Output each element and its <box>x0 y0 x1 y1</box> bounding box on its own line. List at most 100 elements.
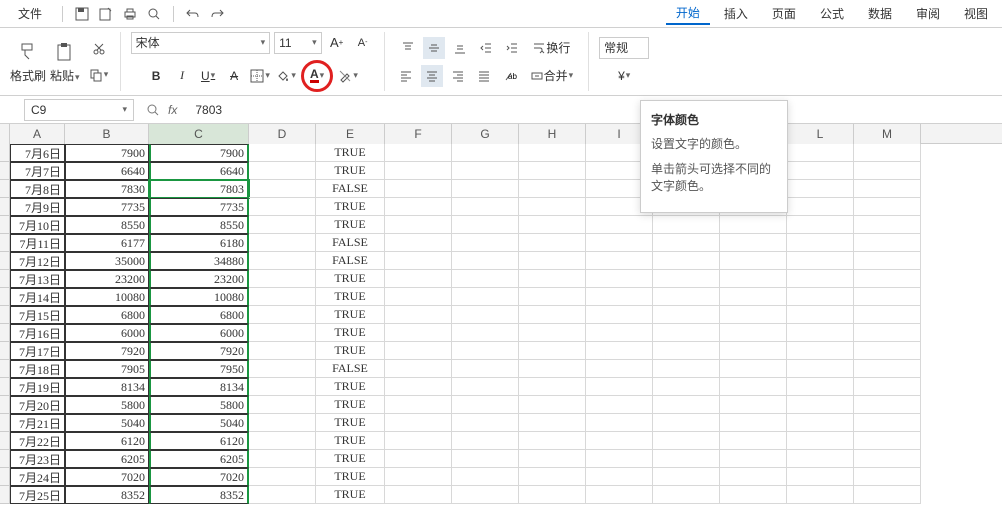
cell[interactable] <box>385 324 452 342</box>
tab-formula[interactable]: 公式 <box>810 3 854 24</box>
cell[interactable]: 8134 <box>65 378 149 396</box>
cell[interactable] <box>452 468 519 486</box>
cell[interactable]: 6205 <box>65 450 149 468</box>
column-header-M[interactable]: M <box>854 124 921 144</box>
row-header[interactable] <box>0 306 10 324</box>
cell[interactable]: TRUE <box>316 414 385 432</box>
cell[interactable]: 7月12日 <box>10 252 65 270</box>
row-header[interactable] <box>0 486 10 504</box>
cell[interactable]: TRUE <box>316 324 385 342</box>
undo-icon[interactable] <box>184 5 202 23</box>
cell[interactable] <box>249 216 316 234</box>
save-as-icon[interactable] <box>97 5 115 23</box>
row-header[interactable] <box>0 216 10 234</box>
cell[interactable] <box>519 162 586 180</box>
cell[interactable] <box>586 252 653 270</box>
row-header[interactable] <box>0 324 10 342</box>
cell[interactable] <box>653 324 720 342</box>
cell[interactable]: 7月9日 <box>10 198 65 216</box>
cell[interactable] <box>519 306 586 324</box>
cell[interactable] <box>854 252 921 270</box>
column-header-A[interactable]: A <box>10 124 65 144</box>
save-icon[interactable] <box>73 5 91 23</box>
number-format-select[interactable]: 常规 <box>599 37 649 59</box>
cell[interactable]: 7月24日 <box>10 468 65 486</box>
strikethrough-button[interactable]: A <box>223 65 245 87</box>
cell[interactable] <box>385 486 452 504</box>
cell[interactable]: 34880 <box>149 252 249 270</box>
cell[interactable]: 7月8日 <box>10 180 65 198</box>
redo-icon[interactable] <box>208 5 226 23</box>
cell[interactable] <box>586 432 653 450</box>
cell[interactable] <box>249 144 316 162</box>
cell[interactable] <box>653 288 720 306</box>
cell[interactable] <box>586 270 653 288</box>
tab-review[interactable]: 审阅 <box>906 3 950 24</box>
cell[interactable]: 7905 <box>65 360 149 378</box>
cell[interactable]: 7920 <box>149 342 249 360</box>
cell[interactable] <box>854 450 921 468</box>
font-name-select[interactable]: 宋体▾ <box>131 32 271 54</box>
cell[interactable] <box>854 432 921 450</box>
cell[interactable]: TRUE <box>316 396 385 414</box>
cell[interactable] <box>452 252 519 270</box>
cell[interactable]: 5800 <box>65 396 149 414</box>
cell[interactable]: 6640 <box>65 162 149 180</box>
cell[interactable] <box>385 198 452 216</box>
cell[interactable] <box>452 180 519 198</box>
cell[interactable] <box>787 414 854 432</box>
column-header-H[interactable]: H <box>519 124 586 144</box>
cell[interactable]: TRUE <box>316 468 385 486</box>
row-header[interactable] <box>0 144 10 162</box>
increase-indent-button[interactable] <box>501 37 523 59</box>
wrap-text-button[interactable]: 换行 <box>527 37 575 59</box>
row-header[interactable] <box>0 252 10 270</box>
italic-button[interactable]: I <box>171 65 193 87</box>
cell[interactable] <box>720 396 787 414</box>
cell[interactable] <box>787 378 854 396</box>
font-color-button[interactable]: A▾ <box>306 65 328 87</box>
fill-color-button[interactable]: ▾ <box>275 65 297 87</box>
cell[interactable] <box>586 324 653 342</box>
cell[interactable] <box>720 432 787 450</box>
cell[interactable] <box>720 234 787 252</box>
cell[interactable]: 7月21日 <box>10 414 65 432</box>
spreadsheet-grid[interactable]: ABCDEFGHIJKLM 7月6日79007900TRUE7月7日664066… <box>0 124 1002 504</box>
print-preview-icon[interactable] <box>145 5 163 23</box>
row-header[interactable] <box>0 342 10 360</box>
align-bottom-button[interactable] <box>449 37 471 59</box>
cell[interactable] <box>586 360 653 378</box>
cell[interactable]: 35000 <box>65 252 149 270</box>
cell[interactable] <box>519 324 586 342</box>
cut-button[interactable] <box>88 38 110 60</box>
formula-input[interactable]: 7803 <box>189 103 1002 117</box>
cell[interactable] <box>249 486 316 504</box>
cell[interactable] <box>249 162 316 180</box>
cell[interactable]: 7月16日 <box>10 324 65 342</box>
cell[interactable] <box>452 414 519 432</box>
cell[interactable]: 6800 <box>65 306 149 324</box>
cell[interactable] <box>854 342 921 360</box>
cell[interactable] <box>854 396 921 414</box>
cell[interactable]: 6800 <box>149 306 249 324</box>
column-header-D[interactable]: D <box>249 124 316 144</box>
cell[interactable] <box>787 252 854 270</box>
cell[interactable] <box>519 378 586 396</box>
cell[interactable] <box>787 306 854 324</box>
cell[interactable] <box>452 360 519 378</box>
cell[interactable] <box>653 378 720 396</box>
cell[interactable] <box>653 414 720 432</box>
tab-view[interactable]: 视图 <box>954 3 998 24</box>
cell[interactable] <box>385 396 452 414</box>
cell[interactable] <box>249 324 316 342</box>
currency-button[interactable]: ¥▾ <box>613 65 635 87</box>
cell[interactable] <box>854 378 921 396</box>
cell[interactable] <box>519 468 586 486</box>
cell[interactable] <box>653 486 720 504</box>
tab-page[interactable]: 页面 <box>762 3 806 24</box>
cell[interactable] <box>720 324 787 342</box>
cell[interactable] <box>787 162 854 180</box>
cell[interactable] <box>720 378 787 396</box>
cell[interactable] <box>452 324 519 342</box>
cell[interactable] <box>586 342 653 360</box>
